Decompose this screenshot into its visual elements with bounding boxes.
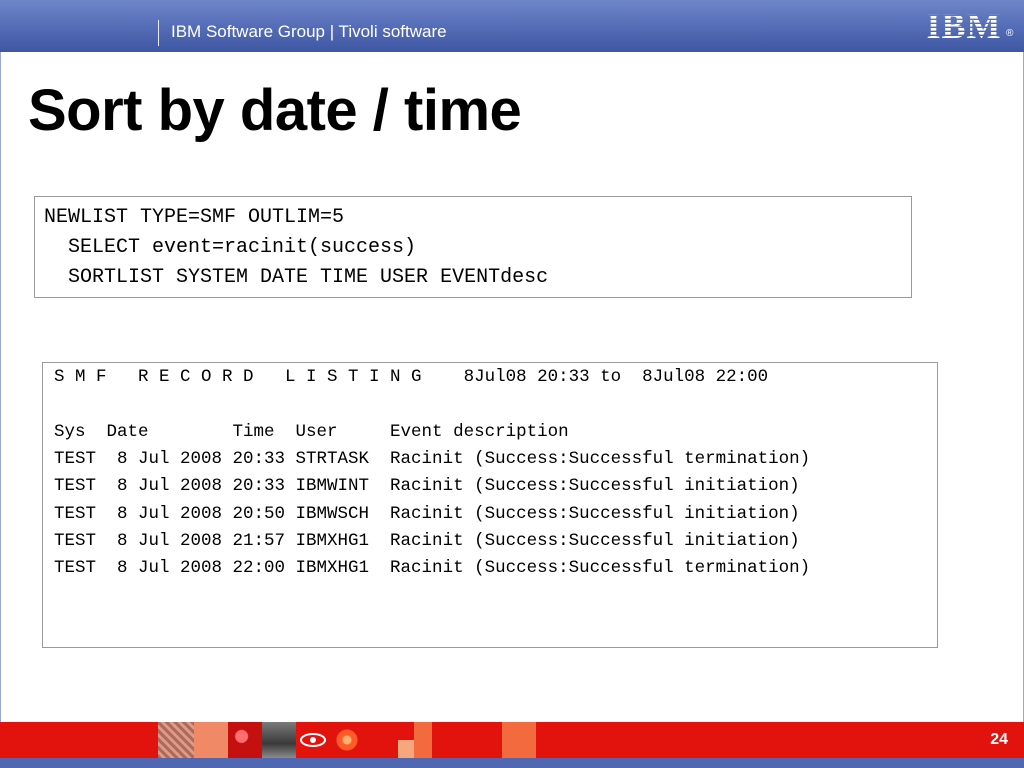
smf-record-listing: S M F R E C O R D L I S T I N G 8Jul08 2… — [42, 362, 938, 648]
footer-photo-tile — [158, 722, 194, 758]
listing-row: TEST 8 Jul 2008 22:00 IBMXHG1 Racinit (S… — [54, 558, 811, 578]
header-group-label: IBM Software Group | Tivoli software — [171, 22, 447, 41]
footer-photo-tile — [330, 722, 364, 758]
footer-eye-tile — [296, 722, 330, 758]
slide-title: Sort by date / time — [28, 78, 522, 143]
ibm-logo-icon: IBM — [927, 8, 1002, 42]
footer-blue-strip — [0, 758, 1024, 768]
header-separator — [158, 20, 159, 46]
footer-color-tile — [194, 722, 228, 758]
command-line-1: NEWLIST TYPE=SMF OUTLIM=5 — [44, 206, 345, 229]
footer-color-tile — [398, 740, 414, 758]
command-line-2: SELECT event=racinit(success) — [44, 236, 417, 259]
listing-column-headers: Sys Date Time User Event description — [54, 422, 569, 442]
header-bar: IBM Software Group | Tivoli software IBM… — [0, 0, 1024, 52]
footer-photo-tile — [228, 722, 262, 758]
eye-icon — [300, 733, 326, 747]
registered-mark: ® — [1006, 28, 1014, 39]
listing-row: TEST 8 Jul 2008 21:57 IBMXHG1 Racinit (S… — [54, 531, 800, 551]
command-box: NEWLIST TYPE=SMF OUTLIM=5 SELECT event=r… — [34, 196, 912, 298]
page-number: 24 — [990, 731, 1008, 748]
slide-border-left — [0, 52, 1, 722]
footer-bar — [0, 722, 1024, 758]
command-line-3: SORTLIST SYSTEM DATE TIME USER EVENTdesc — [44, 266, 549, 289]
listing-row: TEST 8 Jul 2008 20:50 IBMWSCH Racinit (S… — [54, 504, 800, 524]
listing-row: TEST 8 Jul 2008 20:33 IBMWINT Racinit (S… — [54, 476, 800, 496]
listing-heading: S M F R E C O R D L I S T I N G 8Jul08 2… — [54, 367, 769, 387]
footer-photo-tile — [262, 722, 296, 758]
listing-row: TEST 8 Jul 2008 20:33 STRTASK Racinit (S… — [54, 449, 811, 469]
ibm-logo-text: IBM — [927, 8, 1002, 42]
footer-color-tile — [502, 722, 536, 758]
footer-color-tile — [414, 722, 432, 758]
